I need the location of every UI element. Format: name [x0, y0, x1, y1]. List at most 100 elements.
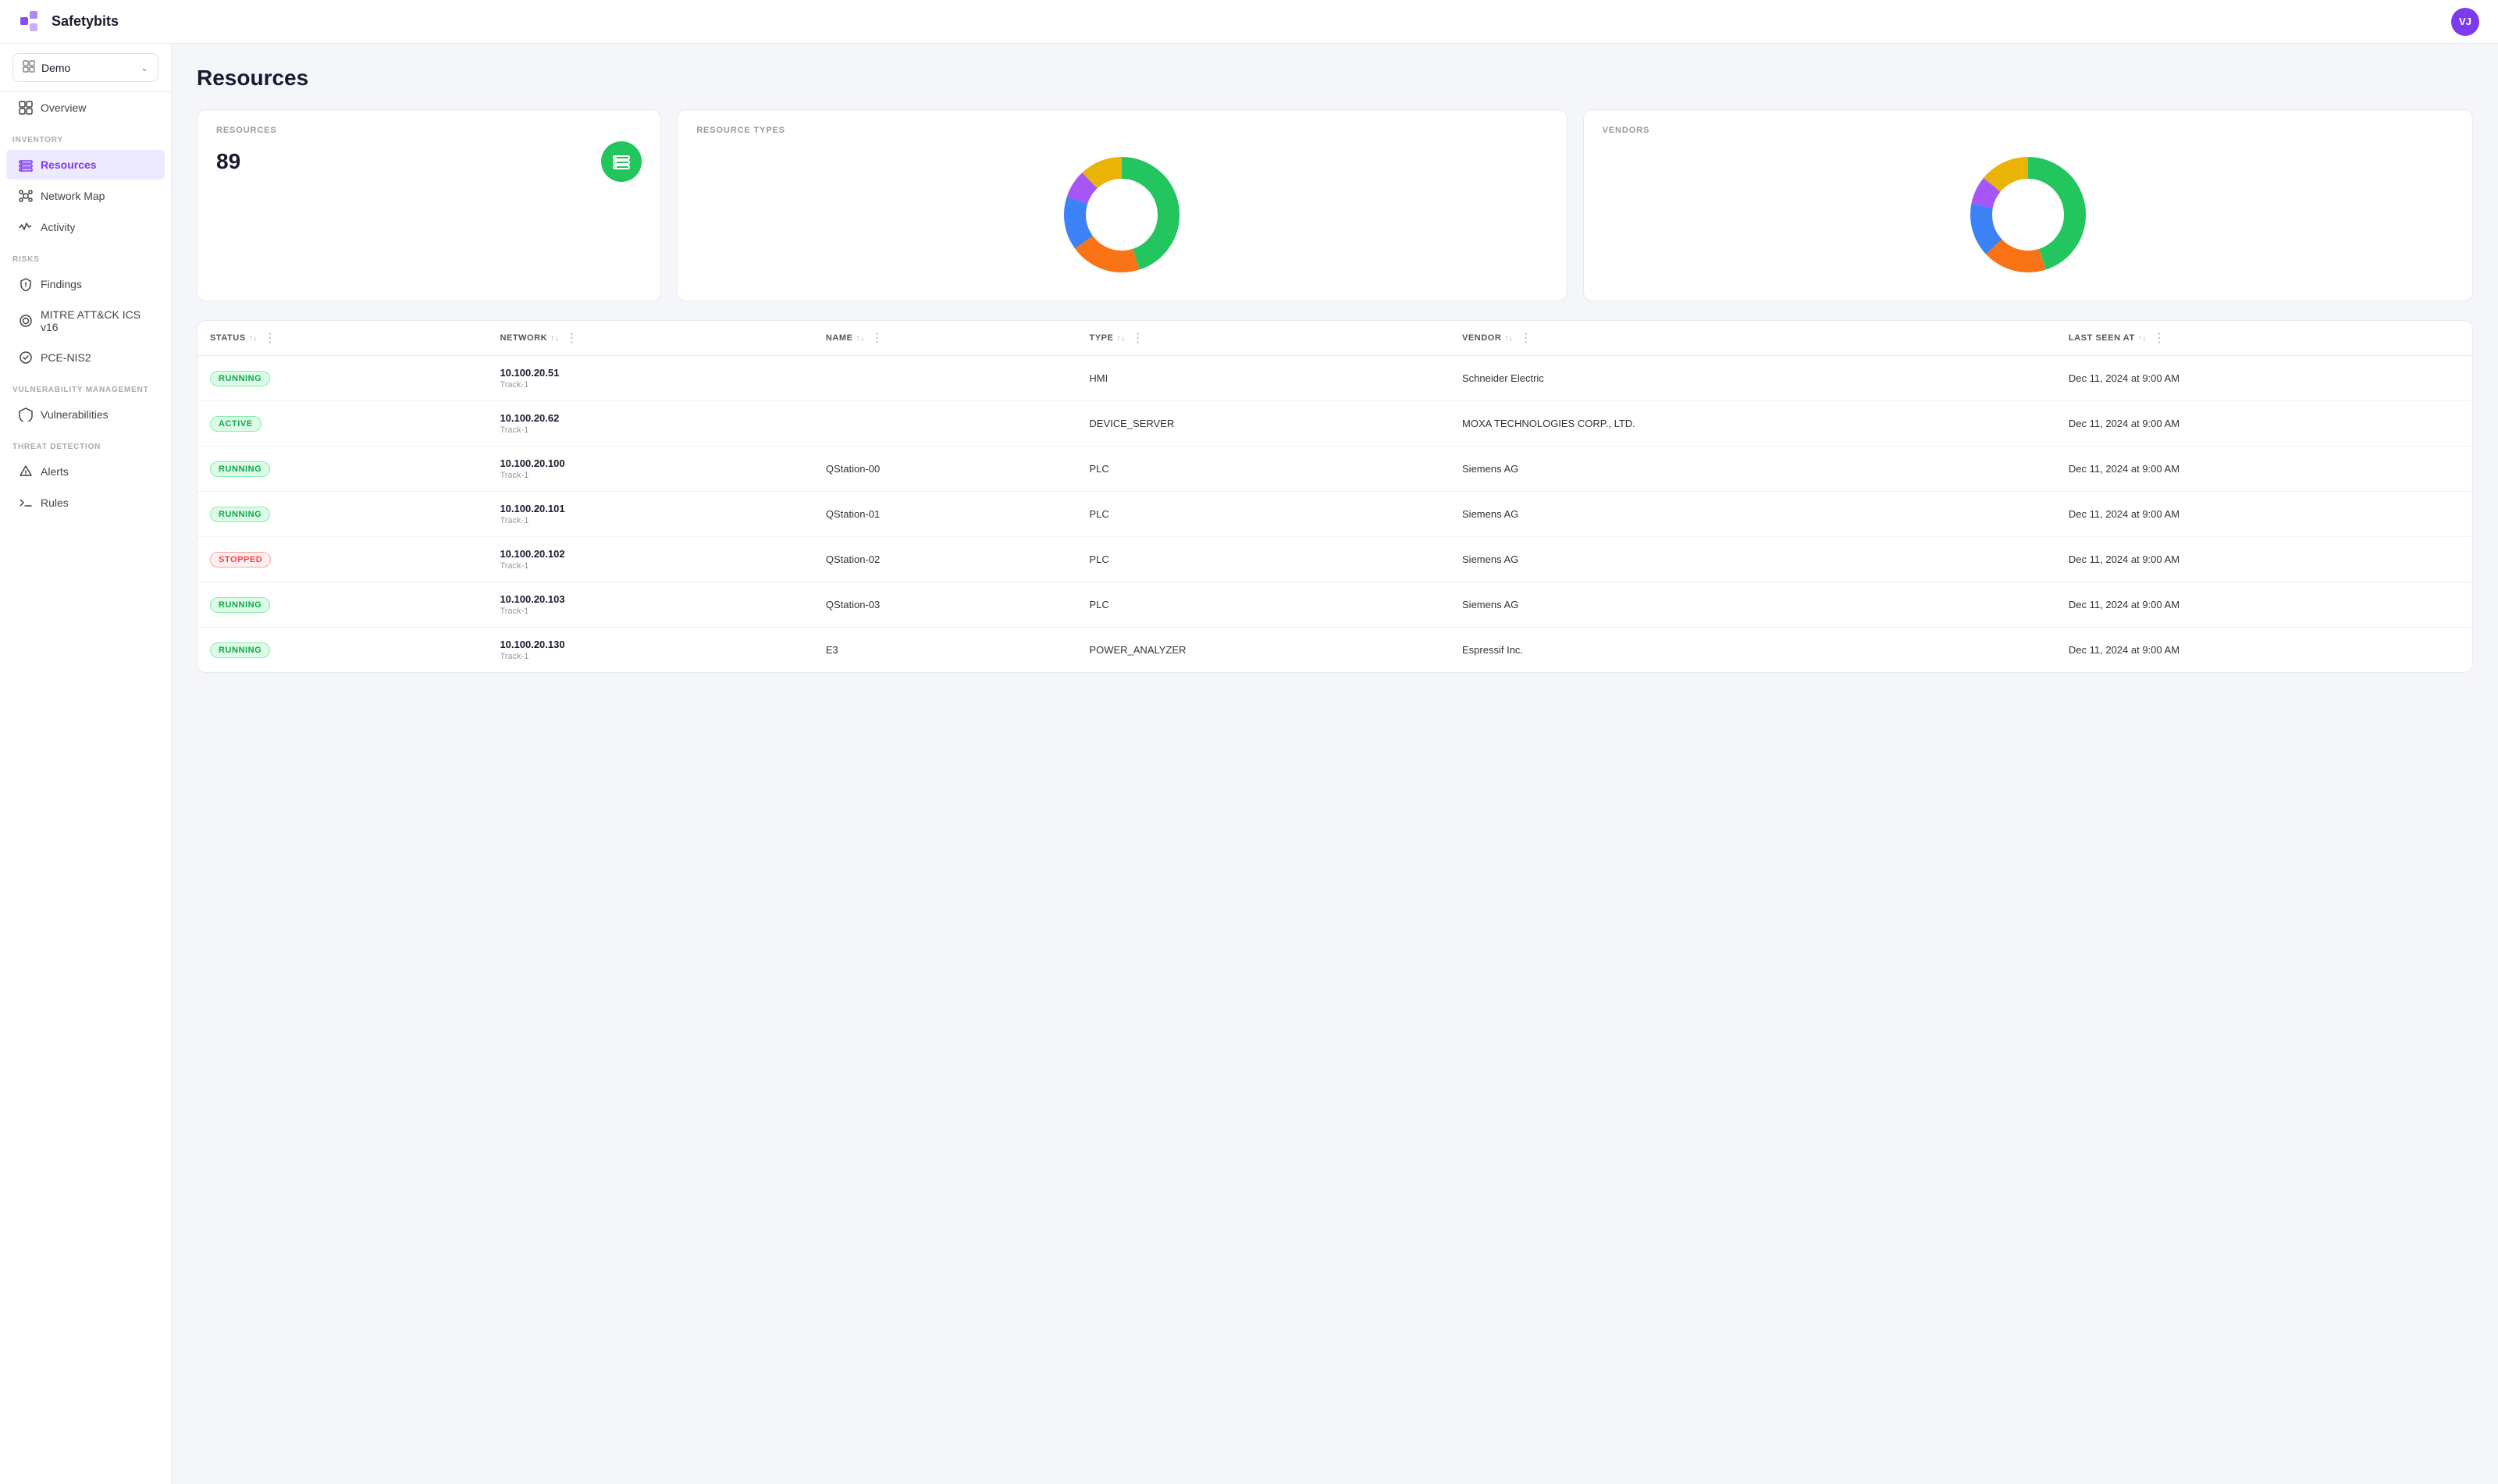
topbar: Safetybits VJ	[0, 0, 2498, 44]
table-row[interactable]: RUNNING 10.100.20.103 Track-1 QStation-0…	[197, 582, 2472, 628]
sort-icon-network[interactable]: ↑↓	[550, 334, 559, 343]
pce-nis2-icon	[19, 351, 33, 365]
resources-count-label: RESOURCES	[216, 126, 642, 135]
col-header-network: NETWORK ↑↓ ⋮	[487, 321, 813, 356]
cell-last-seen-4: Dec 11, 2024 at 9:00 AM	[2056, 537, 2472, 582]
col-menu-status[interactable]: ⋮	[261, 330, 280, 346]
cell-name-4: QStation-02	[813, 537, 1077, 582]
workspace-section: Demo ⌄	[0, 44, 171, 92]
mitre-icon	[19, 314, 33, 328]
resource-types-label: RESOURCE TYPES	[696, 126, 1547, 135]
sidebar-item-resources[interactable]: Resources	[6, 150, 165, 180]
cell-type-1: DEVICE_SERVER	[1076, 401, 1450, 447]
overview-icon	[19, 101, 33, 115]
cell-name-2: QStation-00	[813, 447, 1077, 492]
sidebar: Demo ⌄ Overview INVENTORY	[0, 44, 172, 1484]
cell-vendor-0: Schneider Electric	[1450, 356, 2056, 401]
cell-status-5: RUNNING	[197, 582, 487, 628]
cell-status-2: RUNNING	[197, 447, 487, 492]
resources-table: STATUS ↑↓ ⋮ NETWORK ↑↓ ⋮	[197, 321, 2472, 672]
cell-network-2: 10.100.20.100 Track-1	[487, 447, 813, 492]
network-sub: Track-1	[500, 607, 800, 616]
resources-icon-wrap	[601, 141, 642, 182]
logo-icon	[19, 9, 44, 34]
app-layout: Demo ⌄ Overview INVENTORY	[0, 44, 2498, 1484]
vulnerabilities-icon	[19, 407, 33, 422]
col-menu-network[interactable]: ⋮	[562, 330, 582, 346]
sidebar-label-resources: Resources	[41, 158, 97, 171]
page-title: Resources	[197, 66, 2473, 91]
sort-icon-vendor[interactable]: ↑↓	[1504, 334, 1513, 343]
sort-icon-name[interactable]: ↑↓	[856, 334, 864, 343]
table-row[interactable]: RUNNING 10.100.20.130 Track-1 E3 POWER_A…	[197, 628, 2472, 673]
cell-name-6: E3	[813, 628, 1077, 673]
network-ip: 10.100.20.51	[500, 367, 800, 379]
sidebar-label-rules: Rules	[41, 496, 69, 509]
network-ip: 10.100.20.103	[500, 593, 800, 605]
sidebar-item-pce-nis2[interactable]: PCE-NIS2	[6, 343, 165, 372]
table-row[interactable]: STOPPED 10.100.20.102 Track-1 QStation-0…	[197, 537, 2472, 582]
cell-status-4: STOPPED	[197, 537, 487, 582]
col-header-name: NAME ↑↓ ⋮	[813, 321, 1077, 356]
cell-last-seen-3: Dec 11, 2024 at 9:00 AM	[2056, 492, 2472, 537]
cell-type-6: POWER_ANALYZER	[1076, 628, 1450, 673]
table-row[interactable]: RUNNING 10.100.20.51 Track-1 HMI Schneid…	[197, 356, 2472, 401]
sort-icon-last-seen[interactable]: ↑↓	[2138, 334, 2147, 343]
col-menu-name[interactable]: ⋮	[868, 330, 888, 346]
sidebar-item-rules[interactable]: Rules	[6, 488, 165, 518]
cell-name-0	[813, 356, 1077, 401]
vendors-chart	[1958, 144, 2098, 285]
cell-type-4: PLC	[1076, 537, 1450, 582]
resource-types-card: RESOURCE TYPES	[677, 109, 1567, 301]
workspace-selector[interactable]: Demo ⌄	[12, 53, 158, 82]
sidebar-label-vulnerabilities: Vulnerabilities	[41, 408, 109, 421]
cell-type-3: PLC	[1076, 492, 1450, 537]
network-ip: 10.100.20.100	[500, 457, 800, 469]
cell-last-seen-0: Dec 11, 2024 at 9:00 AM	[2056, 356, 2472, 401]
cell-network-3: 10.100.20.101 Track-1	[487, 492, 813, 537]
col-menu-type[interactable]: ⋮	[1128, 330, 1148, 346]
sidebar-item-network-map[interactable]: Network Map	[6, 181, 165, 211]
sort-icon-type[interactable]: ↑↓	[1116, 334, 1125, 343]
user-avatar[interactable]: VJ	[2451, 8, 2479, 36]
summary-row: RESOURCES 89	[197, 109, 2473, 301]
sidebar-item-alerts[interactable]: Alerts	[6, 457, 165, 486]
cell-vendor-2: Siemens AG	[1450, 447, 2056, 492]
sidebar-label-alerts: Alerts	[41, 465, 69, 478]
table-row[interactable]: RUNNING 10.100.20.101 Track-1 QStation-0…	[197, 492, 2472, 537]
sort-icon-status[interactable]: ↑↓	[249, 334, 258, 343]
sidebar-label-overview: Overview	[41, 101, 86, 114]
network-ip: 10.100.20.62	[500, 412, 800, 424]
cell-status-3: RUNNING	[197, 492, 487, 537]
cell-vendor-6: Espressif Inc.	[1450, 628, 2056, 673]
workspace-name: Demo	[41, 62, 70, 74]
chevron-down-icon: ⌄	[141, 62, 148, 73]
status-badge: RUNNING	[210, 507, 270, 522]
table-header-row: STATUS ↑↓ ⋮ NETWORK ↑↓ ⋮	[197, 321, 2472, 356]
col-menu-last-seen[interactable]: ⋮	[2150, 330, 2169, 346]
table-row[interactable]: RUNNING 10.100.20.100 Track-1 QStation-0…	[197, 447, 2472, 492]
resources-card-icon	[611, 151, 632, 172]
cell-vendor-1: MOXA TECHNOLOGIES CORP., LTD.	[1450, 401, 2056, 447]
sidebar-label-activity: Activity	[41, 221, 75, 233]
sidebar-section-inventory: INVENTORY	[0, 123, 171, 149]
cell-last-seen-5: Dec 11, 2024 at 9:00 AM	[2056, 582, 2472, 628]
sidebar-item-overview[interactable]: Overview	[6, 93, 165, 123]
app-name: Safetybits	[52, 13, 119, 30]
table-row[interactable]: ACTIVE 10.100.20.62 Track-1 DEVICE_SERVE…	[197, 401, 2472, 447]
resources-count-value: 89	[216, 149, 240, 174]
sidebar-label-pce-nis2: PCE-NIS2	[41, 351, 91, 364]
status-badge: RUNNING	[210, 461, 270, 477]
sidebar-item-vulnerabilities[interactable]: Vulnerabilities	[6, 400, 165, 429]
col-header-status: STATUS ↑↓ ⋮	[197, 321, 487, 356]
workspace-icon	[23, 60, 35, 75]
sidebar-section-vuln: VULNERABILITY MANAGEMENT	[0, 373, 171, 399]
cell-type-0: HMI	[1076, 356, 1450, 401]
sidebar-section-risks: RISKS	[0, 243, 171, 269]
sidebar-item-mitre[interactable]: MITRE ATT&CK ICS v16	[6, 301, 165, 341]
col-menu-vendor[interactable]: ⋮	[1517, 330, 1536, 346]
cell-last-seen-1: Dec 11, 2024 at 9:00 AM	[2056, 401, 2472, 447]
sidebar-item-findings[interactable]: Findings	[6, 269, 165, 299]
cell-network-5: 10.100.20.103 Track-1	[487, 582, 813, 628]
sidebar-item-activity[interactable]: Activity	[6, 212, 165, 242]
